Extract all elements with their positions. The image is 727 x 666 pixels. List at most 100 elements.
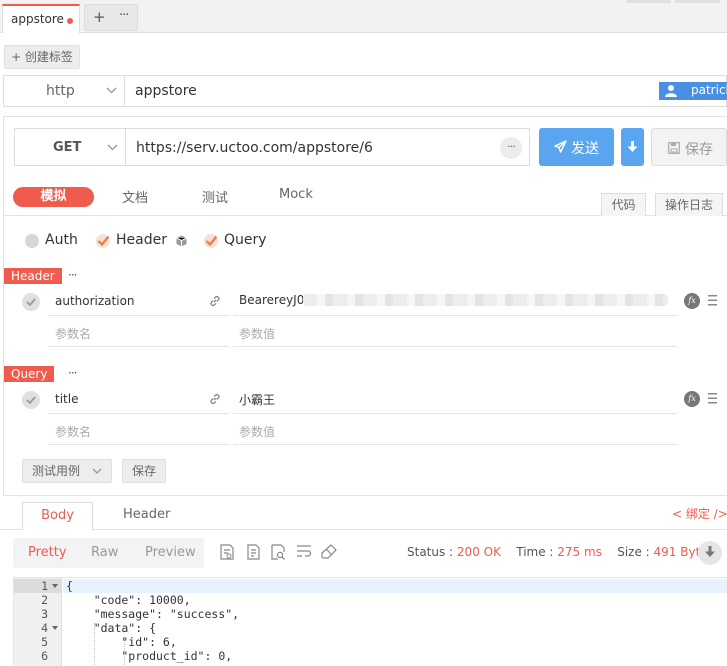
tab-response-body[interactable]: Body bbox=[22, 502, 93, 531]
tab-more-button[interactable]: ··· bbox=[119, 8, 129, 23]
key-placeholder: 参数名 bbox=[55, 327, 92, 341]
code-line: { bbox=[66, 579, 73, 593]
add-tab-button[interactable]: + bbox=[93, 8, 106, 26]
request-subtabs: 模拟 文档 测试 Mock 代码 操作日志 bbox=[4, 180, 727, 216]
link-icon[interactable] bbox=[209, 393, 221, 405]
header-key: authorization bbox=[55, 294, 135, 308]
fx-icon[interactable]: fx bbox=[684, 391, 700, 407]
url-input[interactable]: https://serv.uctoo.com/appstore/6 ··· bbox=[125, 128, 530, 166]
tab-response-header[interactable]: Header bbox=[123, 507, 170, 522]
check-icon bbox=[26, 396, 36, 404]
header-more-button[interactable]: ··· bbox=[68, 268, 78, 282]
fold-icon[interactable] bbox=[52, 584, 58, 588]
row-enable-toggle[interactable] bbox=[22, 293, 40, 311]
clear-icon[interactable] bbox=[321, 544, 337, 559]
search-response-icon[interactable] bbox=[271, 544, 286, 560]
drag-icon[interactable] bbox=[708, 294, 717, 306]
send-label: 发送 bbox=[571, 141, 599, 157]
download-icon bbox=[627, 141, 638, 152]
query-more-button[interactable]: ··· bbox=[68, 366, 78, 380]
link-icon[interactable] bbox=[209, 295, 221, 307]
test-case-label: 测试用例 bbox=[32, 464, 81, 478]
param-toggles: Auth Header Query bbox=[4, 232, 727, 250]
line-gutter: 1 2 3 4 5 6 bbox=[14, 578, 62, 666]
save-button[interactable]: 保存 bbox=[651, 128, 727, 166]
line-number: 6 bbox=[41, 649, 48, 663]
method-select[interactable]: GET bbox=[14, 128, 127, 166]
window-control[interactable] bbox=[626, 0, 671, 3]
send-dropdown-button[interactable] bbox=[621, 128, 644, 166]
download-icon bbox=[705, 546, 715, 557]
download-response-button[interactable] bbox=[698, 541, 722, 565]
unsaved-dot bbox=[67, 18, 73, 24]
redacted-token bbox=[303, 294, 668, 306]
save-case-button[interactable]: 保存 bbox=[122, 459, 166, 483]
code-line: "data": { bbox=[66, 621, 157, 635]
send-icon bbox=[554, 140, 567, 153]
url-more-button[interactable]: ··· bbox=[500, 137, 522, 159]
format-raw[interactable]: Raw bbox=[91, 545, 118, 560]
response-tabs: Body Header < 绑定 /> bbox=[0, 500, 727, 531]
code-line: "product_id": 0, bbox=[66, 649, 233, 663]
window-control[interactable] bbox=[675, 0, 720, 3]
response-status: Status : 200 OK Time : 275 ms Size : 491… bbox=[407, 545, 714, 559]
tab-simulate[interactable]: 模拟 bbox=[13, 187, 94, 207]
unchecked-icon bbox=[25, 234, 39, 248]
header-value-input[interactable]: BearereyJ0eX bbox=[233, 286, 677, 316]
header-value-input[interactable]: 参数值 bbox=[233, 317, 677, 347]
tab-test[interactable]: 测试 bbox=[202, 187, 228, 207]
query-value-input[interactable]: 参数值 bbox=[233, 415, 677, 445]
header-key-input[interactable]: 参数名 bbox=[48, 317, 229, 347]
format-preview[interactable]: Preview bbox=[145, 545, 196, 560]
chevron-down-icon bbox=[106, 87, 117, 94]
header-key-input[interactable]: authorization bbox=[48, 286, 229, 316]
tab-mock[interactable]: Mock bbox=[279, 187, 313, 207]
query-row-new: 参数名 参数值 bbox=[4, 415, 727, 445]
test-case-dropdown[interactable]: 测试用例 bbox=[22, 459, 112, 483]
protocol-select[interactable]: http bbox=[4, 76, 125, 106]
copy-icon[interactable] bbox=[246, 544, 261, 560]
size-label: Size : bbox=[617, 545, 654, 559]
drag-icon[interactable] bbox=[708, 392, 717, 404]
environment-name[interactable]: appstore bbox=[135, 83, 197, 99]
status-label: Status : bbox=[407, 545, 457, 559]
format-pretty[interactable]: Pretty bbox=[28, 545, 67, 560]
method-value: GET bbox=[53, 140, 82, 155]
cube-icon bbox=[176, 235, 187, 247]
query-value-input[interactable]: 小霸王 bbox=[233, 384, 677, 414]
tab-appstore[interactable]: appstore bbox=[2, 4, 80, 33]
line-number: 5 bbox=[41, 635, 48, 649]
line-number: 2 bbox=[41, 593, 48, 607]
user-badge[interactable]: patrick bbox=[659, 82, 727, 100]
header-section-label: Header bbox=[4, 268, 62, 284]
save-response-icon[interactable] bbox=[220, 544, 235, 560]
url-value: https://serv.uctoo.com/appstore/6 bbox=[136, 140, 373, 156]
tab-doc[interactable]: 文档 bbox=[122, 187, 148, 207]
create-tag-button[interactable]: + 创建标签 bbox=[4, 45, 80, 69]
save-label: 保存 bbox=[685, 142, 713, 158]
check-icon bbox=[96, 234, 110, 248]
time-label: Time : bbox=[516, 545, 558, 559]
query-row: title 小霸王 fx bbox=[4, 384, 727, 414]
row-enable-toggle[interactable] bbox=[22, 391, 40, 409]
time-value: 275 ms bbox=[557, 545, 602, 559]
chevron-down-icon bbox=[92, 468, 102, 474]
user-icon bbox=[665, 85, 677, 97]
query-label: Query bbox=[224, 232, 267, 248]
operation-log-button[interactable]: 操作日志 bbox=[655, 193, 723, 216]
bind-link[interactable]: < 绑定 /> bbox=[672, 505, 727, 522]
environment-bar: http appstore patrick bbox=[3, 75, 727, 107]
chevron-down-icon bbox=[107, 144, 118, 151]
query-key-input[interactable]: 参数名 bbox=[48, 415, 229, 445]
wrap-icon[interactable] bbox=[296, 544, 312, 558]
format-switcher: Pretty Raw Preview bbox=[13, 538, 204, 568]
fx-icon[interactable]: fx bbox=[684, 293, 700, 309]
query-key-input[interactable]: title bbox=[48, 384, 229, 414]
tab-label: appstore bbox=[11, 12, 64, 26]
code-button[interactable]: 代码 bbox=[601, 193, 646, 216]
send-button[interactable]: 发送 bbox=[539, 128, 614, 166]
request-panel: GET https://serv.uctoo.com/appstore/6 ··… bbox=[3, 116, 727, 496]
fold-icon[interactable] bbox=[52, 626, 58, 630]
protocol-value: http bbox=[46, 83, 75, 99]
response-body-editor[interactable]: 1 2 3 4 5 6 { "code": 10000, "message": … bbox=[13, 577, 727, 666]
